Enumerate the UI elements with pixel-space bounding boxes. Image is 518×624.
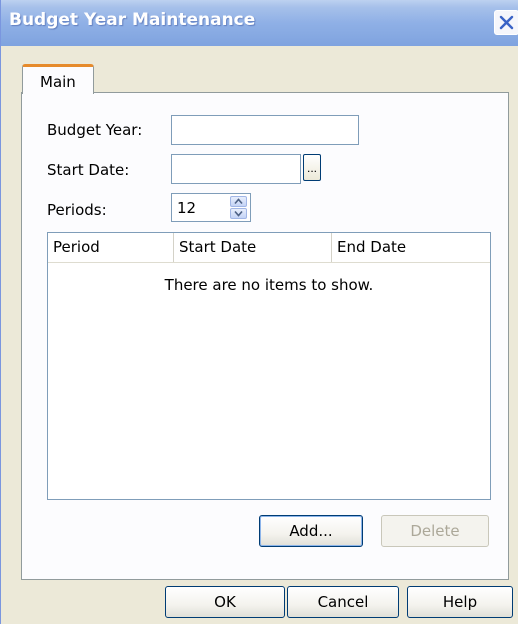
arrow-down-icon (234, 210, 243, 217)
periods-stepper[interactable]: 12 (171, 193, 251, 222)
column-header-start-date[interactable]: Start Date (174, 233, 332, 262)
start-date-label: Start Date: (47, 161, 130, 179)
delete-button[interactable]: Delete (381, 515, 489, 547)
cancel-button[interactable]: Cancel (287, 586, 399, 618)
budget-year-label: Budget Year: (47, 121, 143, 139)
close-button[interactable] (494, 10, 518, 35)
periods-value[interactable]: 12 (177, 199, 196, 217)
help-button[interactable]: Help (407, 586, 513, 618)
title-bar[interactable]: Budget Year Maintenance (1, 0, 518, 46)
periods-label: Periods: (47, 201, 107, 219)
add-button[interactable]: Add... (259, 515, 363, 547)
column-header-period[interactable]: Period (48, 233, 174, 262)
periods-list-header: Period Start Date End Date (48, 233, 490, 263)
close-icon (499, 15, 514, 30)
tab-main[interactable]: Main (22, 64, 94, 94)
ok-button[interactable]: OK (165, 586, 285, 618)
budget-year-maintenance-dialog: Budget Year Maintenance Main Budget Year… (0, 0, 518, 624)
periods-increment-button[interactable] (230, 196, 247, 207)
start-date-field[interactable] (171, 154, 301, 184)
periods-spinner (230, 196, 247, 219)
periods-decrement-button[interactable] (230, 208, 247, 219)
periods-list[interactable]: Period Start Date End Date There are no … (47, 232, 491, 500)
arrow-up-icon (234, 198, 243, 205)
budget-year-field[interactable] (171, 115, 359, 145)
window-title: Budget Year Maintenance (9, 10, 256, 30)
periods-list-empty-message: There are no items to show. (164, 276, 374, 294)
column-header-end-date[interactable]: End Date (332, 233, 490, 262)
start-date-browse-button[interactable]: ... (303, 154, 321, 181)
tab-main-label: Main (40, 73, 76, 91)
